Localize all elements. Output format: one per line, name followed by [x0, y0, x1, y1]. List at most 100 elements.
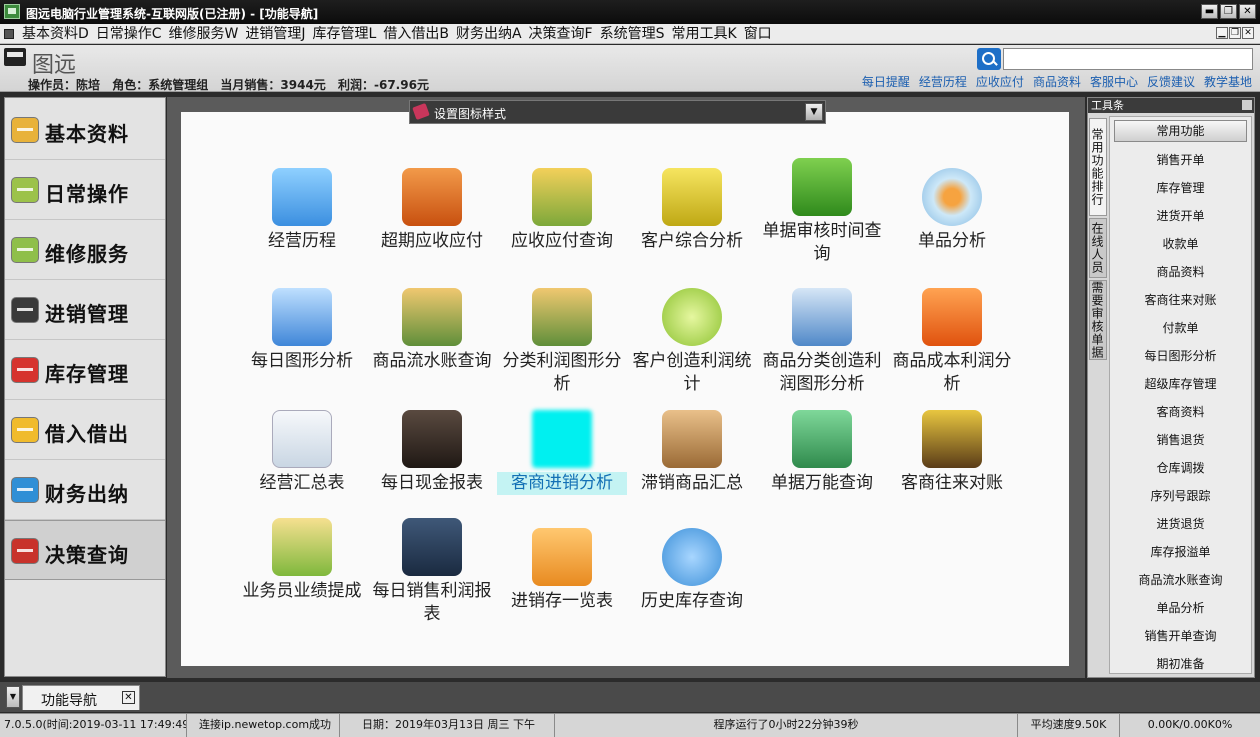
list-item[interactable]: 进货开单 — [1110, 202, 1251, 230]
nav-label: 库存管理 — [45, 362, 129, 386]
list-item[interactable]: 销售退货 — [1110, 426, 1251, 454]
close-button[interactable]: ✕ — [1239, 4, 1256, 19]
menu-basic-data[interactable]: 基本资料D — [22, 25, 93, 43]
tile-customer-reconciliation[interactable]: 客商往来对账 — [887, 410, 1017, 520]
menu-borrow-lend[interactable]: 借入借出B — [383, 25, 453, 43]
tile-daily-chart-analysis[interactable]: 每日图形分析 — [237, 288, 367, 398]
nav-decision-query[interactable]: 决策查询 — [5, 520, 165, 580]
list-item[interactable]: 销售开单查询 — [1110, 622, 1251, 650]
list-item[interactable]: 客商资料 — [1110, 398, 1251, 426]
tab-online-users[interactable]: 在线人员 — [1089, 218, 1107, 278]
quicklink-feedback[interactable]: 反馈建议 — [1147, 73, 1195, 90]
minimize-button[interactable]: ▬ — [1201, 4, 1218, 19]
nav-label: 基本资料 — [45, 122, 129, 146]
tile-salesman-commission[interactable]: 业务员业绩提成 — [237, 518, 367, 628]
tile-item-analysis[interactable]: 单品分析 — [887, 168, 1017, 278]
quick-links: 每日提醒 经营历程 应收应付 商品资料 客服中心 反馈建议 教学基地 — [862, 73, 1252, 90]
tile-label: 单据万能查询 — [771, 473, 873, 493]
menu-finance[interactable]: 财务出纳A — [456, 25, 526, 43]
tile-daily-sales-profit[interactable]: 每日销售利润报表 — [367, 518, 497, 628]
tile-customer-trade-analysis[interactable]: 客商进销分析 — [497, 410, 627, 520]
close-icon[interactable]: ✕ — [122, 691, 135, 704]
tile-historical-stock-query[interactable]: 历史库存查询 — [627, 528, 757, 638]
list-item[interactable]: 库存报溢单 — [1110, 538, 1251, 566]
quicklink-service-center[interactable]: 客服中心 — [1090, 73, 1138, 90]
tile-payables-query[interactable]: 应收应付查询 — [497, 168, 627, 278]
tile-document-query[interactable]: 单据万能查询 — [757, 410, 887, 520]
list-item[interactable]: 销售开单 — [1110, 146, 1251, 174]
tile-business-summary[interactable]: 经营汇总表 — [237, 410, 367, 520]
list-item[interactable]: 每日图形分析 — [1110, 342, 1251, 370]
tab-list-dropdown[interactable]: ▼ — [6, 686, 20, 708]
list-item[interactable]: 库存管理 — [1110, 174, 1251, 202]
menu-tools[interactable]: 常用工具K — [672, 25, 741, 43]
list-item[interactable]: 进货退货 — [1110, 510, 1251, 538]
list-item[interactable]: 单品分析 — [1110, 594, 1251, 622]
tile-audit-time-query[interactable]: 单据审核时间查询 — [757, 158, 887, 268]
list-item[interactable]: 客商往来对账 — [1110, 286, 1251, 314]
list-item[interactable]: 超级库存管理 — [1110, 370, 1251, 398]
list-item[interactable]: 收款单 — [1110, 230, 1251, 258]
nav-daily-ops[interactable]: 日常操作 — [5, 160, 165, 220]
tile-label: 客户综合分析 — [641, 231, 743, 251]
title-bar: 图远电脑行业管理系统-互联网版(已注册) - [功能导航] ▬ ❐ ✕ — [0, 0, 1260, 24]
nav-purchase-sales[interactable]: 进销管理 — [5, 280, 165, 340]
tab-pending-approval[interactable]: 需要审核单据 — [1089, 280, 1107, 360]
tile-slow-moving-summary[interactable]: 滞销商品汇总 — [627, 410, 757, 520]
tile-customer-profit-stats[interactable]: 客户创造利润统计 — [627, 288, 757, 398]
tile-cost-profit-analysis[interactable]: 商品成本利润分析 — [887, 288, 1017, 398]
monthly-sales-label: 当月销售：3944元 — [220, 78, 326, 92]
maximize-button[interactable]: ❐ — [1220, 4, 1237, 19]
tile-product-ledger-query[interactable]: 商品流水账查询 — [367, 288, 497, 398]
panel-pin-icon[interactable] — [1242, 100, 1252, 110]
list-item[interactable]: 序列号跟踪 — [1110, 482, 1251, 510]
list-item[interactable]: 商品流水账查询 — [1110, 566, 1251, 594]
menu-daily-ops[interactable]: 日常操作C — [96, 25, 166, 43]
icon-style-select[interactable]: 设置图标样式 ▼ — [409, 100, 826, 124]
frequent-functions-header[interactable]: 常用功能 — [1114, 120, 1247, 142]
tile-label: 单据审核时间查询 — [762, 221, 882, 264]
mdi-minimize-button[interactable]: ▁ — [1216, 27, 1228, 39]
nav-borrow-lend[interactable]: 借入借出 — [5, 400, 165, 460]
quicklink-teaching-base[interactable]: 教学基地 — [1204, 73, 1252, 90]
search-input[interactable] — [1003, 48, 1253, 70]
nav-label: 进销管理 — [45, 302, 129, 326]
list-item[interactable]: 仓库调拨 — [1110, 454, 1251, 482]
tile-category-profit-analysis[interactable]: 商品分类创造利润图形分析 — [757, 288, 887, 398]
nav-basic-data[interactable]: 基本资料 — [5, 100, 165, 160]
menu-purchase-sales[interactable]: 进销管理J — [245, 25, 309, 43]
menu-inventory[interactable]: 库存管理L — [313, 25, 381, 43]
quicklink-daily-reminder[interactable]: 每日提醒 — [862, 73, 910, 90]
list-item[interactable]: 商品资料 — [1110, 258, 1251, 286]
menu-system[interactable]: 系统管理S — [600, 25, 669, 43]
quicklink-receivables[interactable]: 应收应付 — [976, 73, 1024, 90]
search-icon[interactable] — [977, 48, 1001, 70]
tile-customer-analysis[interactable]: 客户综合分析 — [627, 168, 757, 278]
tile-overdue-payables[interactable]: 超期应收应付 — [367, 168, 497, 278]
nav-finance[interactable]: 财务出纳 — [5, 460, 165, 520]
mdi-menu-icon[interactable] — [4, 29, 14, 39]
nav-inventory[interactable]: 库存管理 — [5, 340, 165, 400]
list-item[interactable]: 付款单 — [1110, 314, 1251, 342]
warehouse-icon — [11, 357, 39, 383]
tile-inventory-overview[interactable]: 进销存一览表 — [497, 528, 627, 638]
mdi-close-button[interactable]: ✕ — [1242, 27, 1254, 39]
tab-function-navigation[interactable]: 功能导航 ✕ — [22, 685, 140, 710]
tile-label: 每日现金报表 — [381, 473, 483, 493]
tile-label: 经营历程 — [268, 231, 336, 251]
quicklink-business-history[interactable]: 经营历程 — [919, 73, 967, 90]
mdi-restore-button[interactable]: ❐ — [1229, 27, 1241, 39]
tab-frequent-ranking[interactable]: 常用功能排行 — [1089, 118, 1107, 216]
ipod-icon — [402, 168, 462, 226]
chevron-down-icon[interactable]: ▼ — [805, 103, 823, 121]
list-item[interactable]: 期初准备 — [1110, 650, 1251, 678]
quicklink-product-data[interactable]: 商品资料 — [1033, 73, 1081, 90]
menu-window[interactable]: 窗口 — [744, 25, 776, 43]
menu-decision-query[interactable]: 决策查询F — [529, 25, 597, 43]
tile-daily-cash-report[interactable]: 每日现金报表 — [367, 410, 497, 520]
nav-repair-service[interactable]: 维修服务 — [5, 220, 165, 280]
tile-business-history[interactable]: 经营历程 — [237, 168, 367, 278]
tile-category-profit-chart[interactable]: 分类利润图形分析 — [497, 288, 627, 398]
menu-repair-service[interactable]: 维修服务W — [169, 25, 243, 43]
nav-label: 决策查询 — [45, 543, 129, 567]
